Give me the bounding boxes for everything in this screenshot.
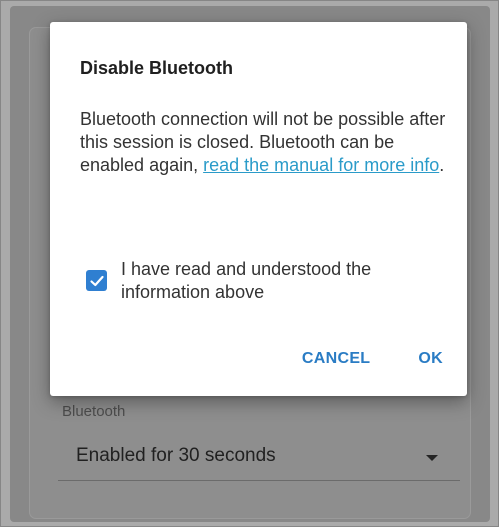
- ok-button[interactable]: OK: [418, 350, 443, 368]
- disable-bluetooth-dialog: Disable Bluetooth Bluetooth connection w…: [50, 22, 467, 396]
- acknowledge-checkbox[interactable]: [86, 270, 107, 291]
- dialog-actions: CANCEL OK: [302, 350, 443, 368]
- acknowledge-checkbox-label: I have read and understood the informati…: [121, 259, 372, 302]
- dialog-body: Bluetooth connection will not be possibl…: [80, 108, 450, 177]
- manual-link[interactable]: read the manual for more info: [203, 155, 439, 175]
- dialog-body-suffix: .: [439, 155, 445, 175]
- acknowledge-checkbox-row[interactable]: I have read and understood the informati…: [86, 258, 426, 304]
- checkmark-icon: [89, 275, 104, 286]
- cancel-button[interactable]: CANCEL: [302, 350, 370, 368]
- dialog-title: Disable Bluetooth: [80, 58, 234, 78]
